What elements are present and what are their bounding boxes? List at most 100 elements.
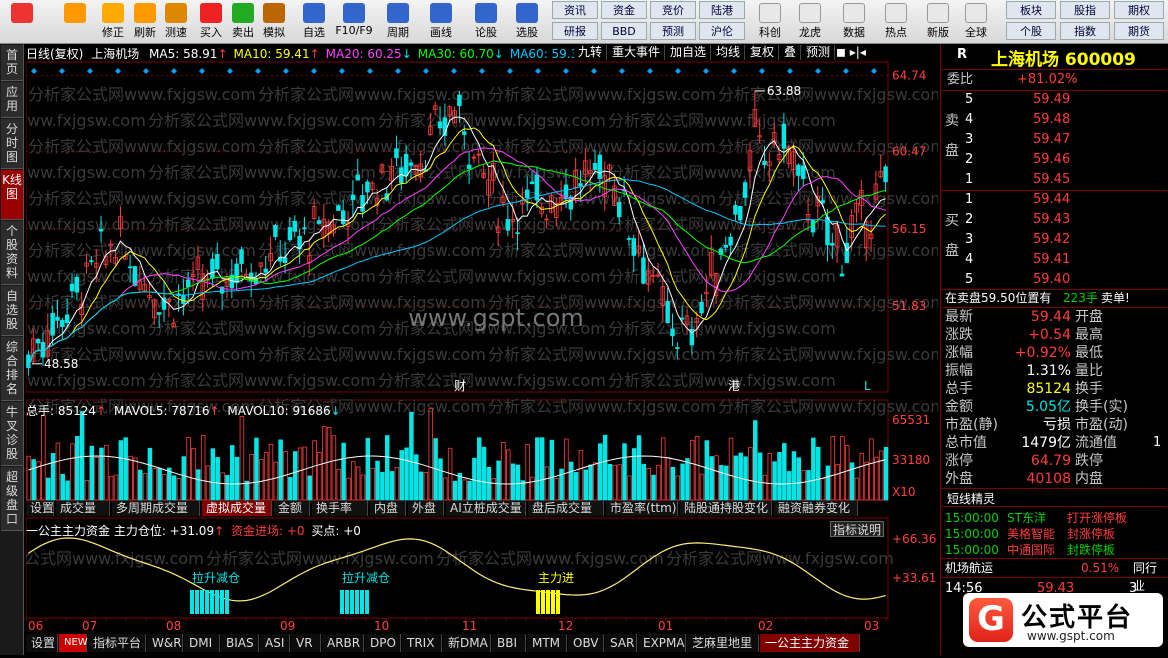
toolbar-button-6[interactable]: 卖出 [228,0,258,44]
toolbar-button-12[interactable]: 论股 [468,0,504,44]
toolbar-grid-1-1[interactable]: BBD [601,22,647,40]
sidebar-tab-2[interactable]: 分时图 [1,119,23,169]
candle-body [127,266,133,269]
chart-tool-5[interactable]: 叠 [780,45,802,60]
toolbar-button-4[interactable]: 测速 [160,0,192,44]
ind-tab-11[interactable]: 新DMA [443,634,491,652]
chart-tool-1[interactable]: 重大事件 [608,45,666,60]
sidebar-tab-4[interactable]: 个股资料 [1,221,23,285]
ind-tab-5[interactable]: BIAS [221,634,259,652]
stat-row-0: 最新 59.44 开盘 [941,308,1167,326]
vol-tab-8[interactable]: AI立桩成交量 [446,501,526,516]
vol-tab-7[interactable]: 外盘 [408,501,444,516]
ind-tab-1[interactable]: NEW [59,634,88,652]
toolbar-button2-1[interactable]: 龙虎 [792,0,828,44]
ind-tab-9[interactable]: DPO [365,634,401,652]
chart-tool-icons[interactable]: ◼ ▸|◂ [836,45,876,59]
vol-tab-3[interactable]: 虚拟成交量 [202,501,272,516]
vol-tab-5[interactable]: 换手率 [312,501,368,516]
vol-tab-1[interactable]: 成交量 [56,501,110,516]
toolbar-button-1[interactable] [58,0,92,44]
toolbar-button2-5[interactable]: 全球 [958,0,994,44]
toolbar-grid-1-2[interactable]: 预测 [650,22,696,40]
toolbar-right-1-1[interactable]: 指数 [1060,22,1110,40]
vol-tab-12[interactable]: 融资融券变化 [774,501,858,516]
chart-tool-4[interactable]: 复权 [746,45,780,60]
vol-tab-9[interactable]: 盘后成交量 [528,501,604,516]
chart-tool-6[interactable]: 预测 [802,45,836,60]
toolbar-button-7[interactable]: 模拟 [258,0,290,44]
ind-tab-12[interactable]: BBI [492,634,526,652]
vol-tab-10[interactable]: 市盈率(ttm) [606,501,678,516]
toolbar-button-11[interactable]: 画线 [420,0,462,44]
toolbar-right-1-0[interactable]: 个股 [1006,22,1056,40]
sidebar-tab-6[interactable]: 综合排名 [1,337,23,401]
toolbar-button-3[interactable]: 刷新 [130,0,160,44]
candle-body [679,317,685,320]
ind-tab-13[interactable]: MTM [527,634,567,652]
toolbar-grid-0-3[interactable]: 陆港 [699,1,745,19]
toolbar-grid-0-2[interactable]: 竞价 [650,1,696,19]
vol-ma5: MAVOL5: 78716 [113,404,210,418]
ind-tab-17[interactable]: 芝麻里地里 [687,634,759,652]
sidebar-tab-5[interactable]: 自选股 [1,286,23,336]
toolbar-right-0-0[interactable]: 板块 [1006,1,1056,19]
sell-price: 59.49 [1033,92,1071,107]
watermark-text: 分析家公式网www.fxjgsw.com [258,137,486,156]
ind-tab-18[interactable]: 一公主主力资金 [760,634,860,652]
chart-area[interactable]: 分析家公式网www.fxjgsw.com 分析家公式网www.fxjgsw.com… [0,44,946,655]
vol-tab-4[interactable]: 金额 [274,501,310,516]
chart-tool-3[interactable]: 均线 [712,45,746,60]
toolbar-button-2[interactable]: 修正 [98,0,128,44]
volume-bar [418,471,424,501]
toolbar-button-13[interactable]: 选股 [506,0,548,44]
ind-tab-3[interactable]: W&R [147,634,183,652]
toolbar-button2-3[interactable]: 热点 [878,0,914,44]
indicator-help-button[interactable]: 指标说明 [830,521,884,537]
sector-pct: 0.51% [1081,561,1120,575]
toolbar-grid-0-1[interactable]: 资金 [601,1,647,19]
toolbar-button-0[interactable] [4,0,40,44]
ind-tab-8[interactable]: ARBR [322,634,364,652]
event-marker [591,68,597,74]
toolbar-button2-4[interactable]: 新版 [920,0,956,44]
vol-tab-11[interactable]: 陆股通持股变化 [680,501,772,516]
toolbar-button2-2[interactable]: 数据 [836,0,872,44]
sidebar-tab-1[interactable]: 应用 [1,82,23,118]
elf-stock[interactable]: 中通国际 [1007,541,1055,559]
ind-tab-6[interactable]: ASI [260,634,290,652]
ind-tab-2[interactable]: 指标平台 [88,634,146,652]
ind-tab-10[interactable]: TRIX [402,634,442,652]
sidebar-tab-0[interactable]: 首页 [1,45,23,81]
toolbar-right-1-2[interactable]: 期货 [1114,22,1164,40]
toolbar-button-5[interactable]: 买入 [196,0,226,44]
stat-label: 涨跌 [945,327,973,343]
sidebar-tab-3[interactable]: K线图 [1,170,23,220]
toolbar-grid-1-0[interactable]: 研报 [552,22,598,40]
toolbar-grid-1-3[interactable]: 沪伦 [699,22,745,40]
toolbar-button-10[interactable]: 周期 [378,0,418,44]
toolbar-right-0-2[interactable]: 期权 [1114,1,1164,19]
toolbar-button-8[interactable]: 自选 [296,0,332,44]
vol-tab-0[interactable]: 设置 [26,501,54,516]
volume-bar [171,475,177,501]
sidebar-tab-8[interactable]: 超级盘口 [1,467,23,531]
ind-tab-4[interactable]: DMI [184,634,220,652]
ind-tab-14[interactable]: OBV [568,634,604,652]
toolbar-grid-0-0[interactable]: 资讯 [552,1,598,19]
toolbar-label: 新版 [927,26,949,39]
ind-tab-7[interactable]: VR [291,634,321,652]
vol-tab-6[interactable]: 内盘 [370,501,406,516]
sidebar-tab-7[interactable]: 牛叉诊股 [1,402,23,466]
vol-tab-2[interactable]: 多周期成交量 [112,501,200,516]
toolbar-right-0-1[interactable]: 股指 [1060,1,1110,19]
chart-tool-0[interactable]: 九转 [574,45,608,60]
toolbar-button-9[interactable]: F10/F9 [334,0,374,44]
toolbar-button2-0[interactable]: 科创 [752,0,788,44]
ind-tab-16[interactable]: EXPMA [638,634,686,652]
ind-tab-15[interactable]: SAR [605,634,637,652]
chart-tool-2[interactable]: 加自选 [666,45,712,60]
ind-tab-0[interactable]: 设置 [26,634,58,652]
sell-price: 59.48 [1033,112,1071,127]
watermark-text: 分析家公式网www.fxjgsw.com [378,267,606,286]
